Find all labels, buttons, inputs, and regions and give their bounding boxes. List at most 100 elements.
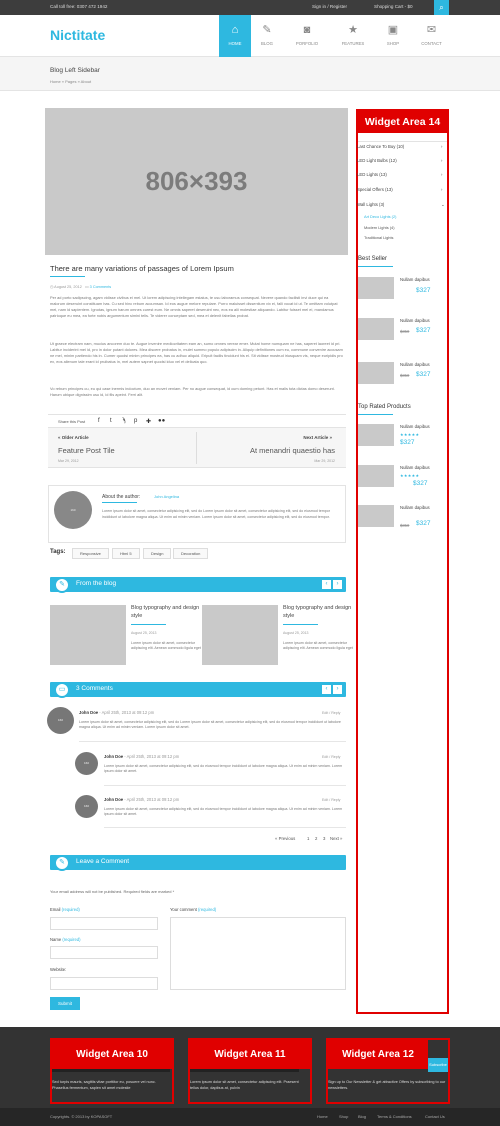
top-rated-underline [358, 414, 393, 415]
product-name[interactable]: Nullam dapibus [400, 362, 430, 367]
nav-shop[interactable]: ▣ SHOP [377, 15, 409, 57]
avatar: 160 [75, 752, 98, 775]
subcategory-item[interactable]: Modern Lights (4) [364, 225, 395, 230]
pager-page-2[interactable]: 2 [315, 836, 317, 841]
category-item[interactable]: LED Light Bulbs (12) [357, 158, 397, 163]
comment-text: Lorem ipsum dolor sit amet, consectetur … [104, 764, 343, 774]
category-item[interactable]: Special Offers (13) [357, 187, 393, 192]
website-field[interactable] [50, 977, 158, 990]
older-article-link[interactable]: « Older Article [58, 435, 89, 440]
blog-thumb[interactable] [202, 605, 278, 665]
chevron-down-icon[interactable]: › [441, 187, 442, 192]
avatar: 160 [75, 795, 98, 818]
tag-item[interactable]: Html 5 [112, 548, 140, 559]
next-article-title[interactable]: At menandri quaestio has [250, 446, 335, 455]
product-name[interactable]: Nullam dapibus [400, 465, 430, 470]
comment-reply-link[interactable]: Edit / Reply [322, 711, 340, 715]
chevron-down-icon[interactable]: › [441, 144, 442, 149]
nav-home[interactable]: ⌂ HOME [219, 15, 251, 57]
next-article-link[interactable]: Next Article » [303, 435, 332, 440]
product-thumb[interactable] [358, 424, 394, 446]
flickr-icon[interactable]: ●● [158, 418, 165, 424]
next-arrow-button[interactable]: › [333, 580, 342, 589]
widget-area-14-title: Widget Area 14 [358, 111, 447, 133]
footer-link-home[interactable]: Home [317, 1114, 328, 1119]
nav-contact[interactable]: ✉ CONTACT [414, 15, 449, 57]
nav-features[interactable]: ★ FEATURES [335, 15, 371, 57]
bag-icon: ▣ [387, 24, 399, 36]
envelope-icon: ✉ [426, 24, 437, 36]
comment-textarea[interactable] [170, 917, 346, 990]
googleplus-icon[interactable]: ✚ [146, 418, 151, 425]
name-label: Name (required) [50, 937, 81, 942]
pager-page-3[interactable]: 3 [323, 836, 325, 841]
comments-title: 3 Comments [76, 685, 113, 692]
rss-icon[interactable]: ϡ [122, 418, 125, 424]
footer-link-blog[interactable]: Blog [358, 1114, 366, 1119]
product-name[interactable]: Nullam dapibus [400, 424, 430, 429]
product-thumb[interactable] [358, 505, 394, 527]
subcategory-item[interactable]: Art Deco Lights (2) [364, 214, 396, 219]
name-field[interactable] [50, 946, 158, 959]
footer-link-contact[interactable]: Contact Us [425, 1114, 445, 1119]
cart-link[interactable]: Shopping Cart - $0 [374, 4, 413, 9]
chevron-down-icon[interactable]: ⌄ [441, 202, 445, 208]
tag-item[interactable]: Decoration [173, 548, 209, 559]
product-thumb[interactable] [358, 362, 394, 384]
blog-post-title[interactable]: Blog typography and design style [131, 604, 201, 620]
footer-link-shop[interactable]: Shop [339, 1114, 348, 1119]
prev-arrow-button[interactable]: ‹ [322, 685, 331, 694]
footer-link-terms[interactable]: Terms & Conditions [377, 1114, 412, 1119]
submit-button[interactable]: Submit [50, 997, 80, 1010]
author-underline [102, 502, 137, 503]
page-title: Blog Left Sidebar [50, 67, 100, 74]
page-header-band [0, 57, 500, 91]
product-name[interactable]: Nullam dapibus [400, 318, 430, 323]
pager-next[interactable]: Next » [330, 836, 342, 841]
comment-reply-link[interactable]: Edit / Reply [322, 755, 340, 759]
author-name[interactable]: John Angelina [154, 494, 179, 499]
comment-reply-link[interactable]: Edit / Reply [322, 798, 340, 802]
pager-previous[interactable]: « Previous [275, 836, 295, 841]
older-article-title[interactable]: Feature Post Tile [58, 446, 115, 455]
site-logo[interactable]: Nictitate [50, 27, 105, 43]
product-thumb[interactable] [358, 277, 394, 299]
category-item[interactable]: Last Chance To Buy (10) [357, 144, 404, 149]
prev-arrow-button[interactable]: ‹ [322, 580, 331, 589]
next-arrow-button[interactable]: › [333, 685, 342, 694]
top-bar: Call toll free: 0307 472 1942 Sign in / … [0, 0, 500, 15]
pinterest-icon[interactable]: p [134, 418, 137, 424]
signin-link[interactable]: Sign in / Register [312, 4, 347, 9]
product-thumb[interactable] [358, 465, 394, 487]
subcategory-item[interactable]: Traditional Lights [364, 235, 393, 240]
post-paragraph-3: Vo rebum principes cu, eu qui case inerm… [50, 386, 335, 397]
blog-post-title[interactable]: Blog typography and design style [283, 604, 353, 620]
nav-blog[interactable]: ✎ BLOG [251, 15, 283, 57]
from-blog-title: From the blog [76, 580, 117, 587]
post-comments-link[interactable]: 3 Comments [90, 285, 112, 289]
product-thumb[interactable] [358, 318, 394, 340]
rating-stars: ★★★★★ [400, 432, 420, 437]
chevron-down-icon[interactable]: › [441, 172, 442, 177]
pencil-icon: ✎ [262, 24, 272, 36]
post-paragraph-2: Ut graece electram nam, mucius ancorem d… [50, 341, 343, 364]
product-name[interactable]: Nullam dapibus [400, 505, 430, 510]
blog-thumb[interactable] [50, 605, 126, 665]
category-item[interactable]: LED Lights (13) [357, 172, 387, 177]
search-icon[interactable]: ⌕ [434, 0, 449, 15]
twitter-icon[interactable]: t [110, 418, 112, 424]
tag-item[interactable]: Design [143, 548, 172, 559]
product-name[interactable]: Nullam dapibus [400, 277, 430, 282]
comment-author: John Doe - April 25th, 2013 at 09:12 pm [104, 754, 180, 759]
facebook-icon[interactable]: f [98, 418, 100, 424]
category-item[interactable]: Wall Lights (3) [357, 202, 384, 207]
nav-portfolio[interactable]: ◙ PORFOLIO [290, 15, 324, 57]
blog-underline [131, 624, 166, 625]
chevron-down-icon[interactable]: › [441, 158, 442, 163]
post-title[interactable]: There are many variations of passages of… [50, 264, 234, 273]
pager-page-1[interactable]: 1 [307, 836, 309, 841]
email-field[interactable] [50, 917, 158, 930]
widget-area-11-title: Widget Area 11 [190, 1040, 310, 1069]
tag-item[interactable]: Responsive [72, 548, 109, 559]
breadcrumb[interactable]: Home » Pages » About [50, 79, 91, 84]
